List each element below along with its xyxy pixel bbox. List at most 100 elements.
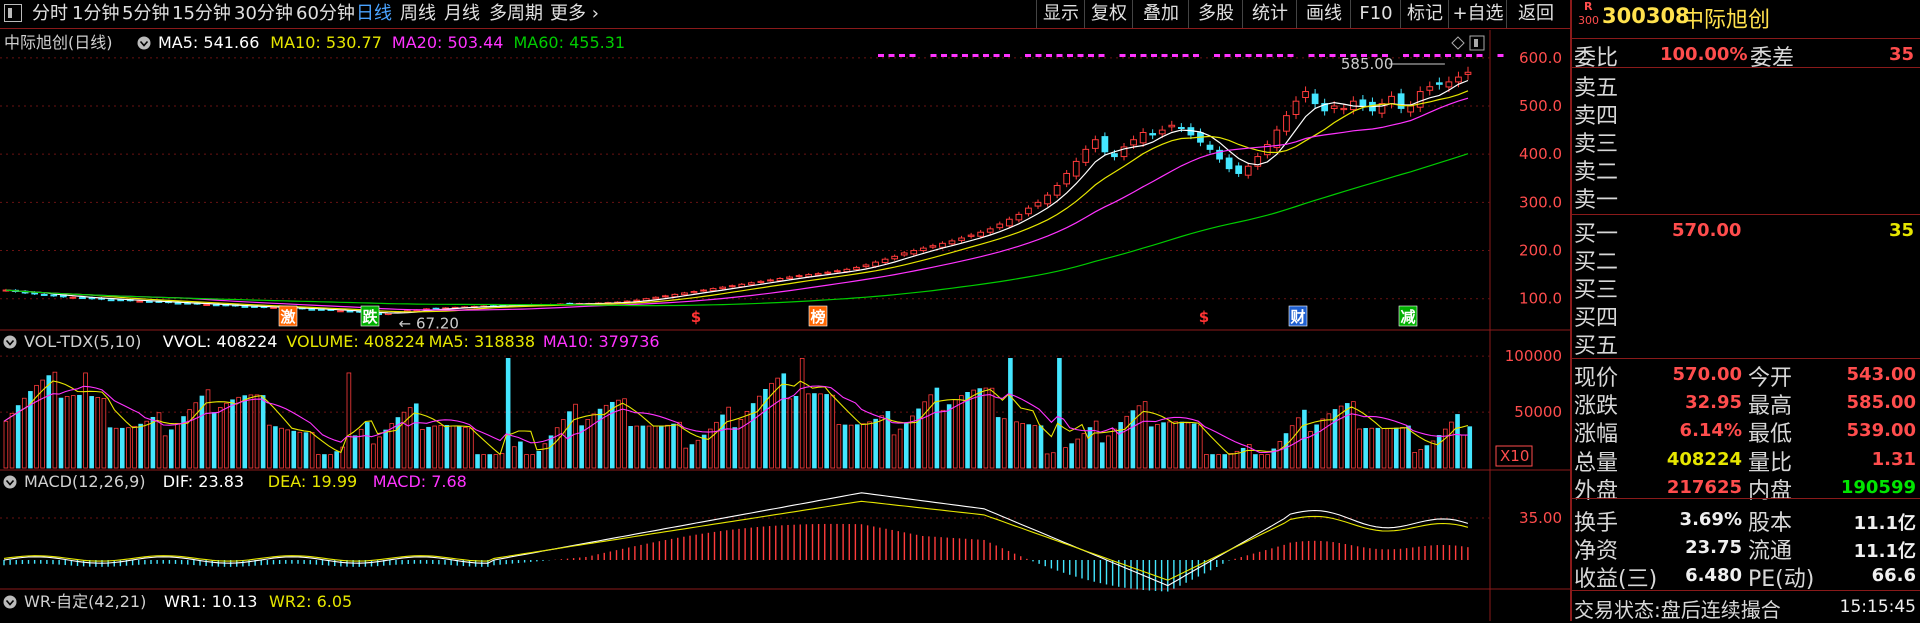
volume-bar [1191, 423, 1197, 469]
ma-value: MA60: 455.31 [514, 33, 626, 52]
candle-body [795, 275, 803, 278]
volume-bar [1424, 445, 1430, 469]
event-tag[interactable]: $ [687, 306, 705, 326]
volume-bar [230, 399, 235, 469]
indicator-value: MA5: 318838 [429, 332, 535, 351]
stock-code: 300308 [1602, 4, 1690, 28]
ma20-line [5, 97, 1469, 311]
volume-bar [977, 388, 983, 469]
volume-bar [438, 425, 444, 469]
period-tab-3[interactable]: 15分钟 [172, 3, 231, 25]
volume-bar [1253, 454, 1258, 469]
candle-body [270, 306, 277, 309]
toolbar-button-9[interactable]: 返回 [1506, 0, 1565, 28]
badge-bottom-text: 300 [1578, 14, 1599, 27]
quote-value: 217625 [1666, 476, 1742, 498]
volume-bar [854, 424, 860, 469]
period-tab-5[interactable]: 60分钟 [296, 3, 355, 25]
collapse-icon-bar [1474, 39, 1478, 47]
event-tag[interactable]: $ [1195, 306, 1213, 326]
volume-bar [450, 425, 456, 469]
quote-label: 总量 [1574, 450, 1619, 476]
period-tab-9[interactable]: 多周期 [489, 3, 543, 25]
volume-bar [1369, 427, 1375, 469]
window-menu-icon[interactable] [4, 4, 22, 22]
volume-bar [861, 423, 866, 469]
event-tag[interactable]: 跌 [360, 305, 380, 327]
signal-dot [930, 54, 937, 57]
signal-dot [1077, 54, 1084, 57]
toolbar-button-3[interactable]: 多股 [1188, 0, 1243, 28]
candle-body [174, 302, 182, 305]
wr-panel-menu-icon[interactable] [3, 595, 17, 609]
candle-body [767, 279, 774, 282]
candle-body [996, 223, 1004, 229]
volume-bar [1406, 425, 1411, 469]
period-tab-7[interactable]: 周线 [400, 3, 436, 25]
volume-bar [959, 395, 964, 469]
toolbar-button-6[interactable]: F10 [1350, 0, 1401, 28]
candle-body [1455, 76, 1462, 83]
period-tab-2[interactable]: 5分钟 [122, 3, 169, 25]
volume-bar [291, 430, 297, 469]
volume-bar [1026, 424, 1032, 469]
volume-bar [1148, 426, 1154, 469]
volume-bar [132, 425, 137, 469]
dea-line [3, 500, 1469, 581]
candle-body [709, 288, 717, 292]
volume-bar [897, 428, 903, 469]
period-tab-4[interactable]: 30分钟 [234, 3, 293, 25]
event-tag[interactable]: 激 [278, 305, 298, 327]
volume-bar [1001, 418, 1007, 469]
volume-bar [285, 429, 290, 469]
main-panel-title: 中际旭创(日线) [4, 33, 113, 52]
period-tab-1[interactable]: 1分钟 [72, 3, 119, 25]
volume-bar [511, 446, 517, 469]
volume-bar [1344, 403, 1350, 469]
candle-body [862, 264, 870, 268]
volume-bar [965, 392, 970, 469]
volume-bar [634, 425, 640, 469]
quote-label: 内盘 [1748, 478, 1793, 504]
toolbar-button-2[interactable]: 叠加 [1132, 0, 1189, 28]
candle-body [1168, 124, 1176, 128]
trade-time: 15:15:45 [1839, 597, 1916, 617]
price-tick-label: 200.0 [1519, 242, 1562, 260]
toolbar-button-5[interactable]: 画线 [1296, 0, 1351, 28]
wr-value: WR1: 10.13 [164, 592, 257, 611]
quote-value: 539.00 [1846, 420, 1916, 442]
event-tag[interactable]: 榜 [808, 305, 828, 327]
volume-bar [309, 432, 315, 469]
ma5-line [5, 79, 1469, 314]
volume-bar [493, 454, 499, 469]
candle-body [891, 255, 899, 260]
low-marker-label: ← 67.20 [399, 315, 459, 333]
candle-body [671, 293, 679, 298]
period-tab-0[interactable]: 分时 [32, 3, 68, 25]
volume-bar [248, 394, 254, 469]
chart-area[interactable]: 585.00 ← 67.20 激 跌 $ 榜 $ 财 减 100.0 200.0 300.0 400.… [0, 0, 1570, 621]
main-panel-menu-icon[interactable] [137, 36, 151, 50]
period-tab-10[interactable]: 更多 › [550, 3, 599, 25]
period-tab-6[interactable]: 日线 [356, 3, 392, 25]
weicha-value: 35 [1888, 44, 1914, 65]
volume-bar [1179, 421, 1185, 469]
candle-body [1330, 105, 1338, 109]
candle-body [1292, 100, 1300, 115]
volume-bar [720, 414, 725, 469]
volume-bar [1455, 414, 1460, 469]
volume-bar [58, 397, 64, 469]
event-tag[interactable]: 减 [1398, 305, 1418, 327]
panel-menu-icon[interactable] [3, 475, 17, 489]
signal-dot [1497, 54, 1504, 57]
period-tab-8[interactable]: 月线 [444, 3, 480, 25]
diamond-icon[interactable] [1451, 36, 1465, 50]
event-tag[interactable]: 财 [1288, 305, 1308, 327]
toolbar-button-4[interactable]: 统计 [1242, 0, 1297, 28]
panel-menu-icon[interactable] [3, 335, 17, 349]
toolbar-button-1[interactable]: 复权 [1084, 0, 1133, 28]
candle-body [1464, 71, 1472, 75]
toolbar-button-0[interactable]: 显示 [1036, 0, 1085, 28]
toolbar-button-8[interactable]: +自选 [1448, 0, 1507, 28]
toolbar-button-7[interactable]: 标记 [1400, 0, 1449, 28]
